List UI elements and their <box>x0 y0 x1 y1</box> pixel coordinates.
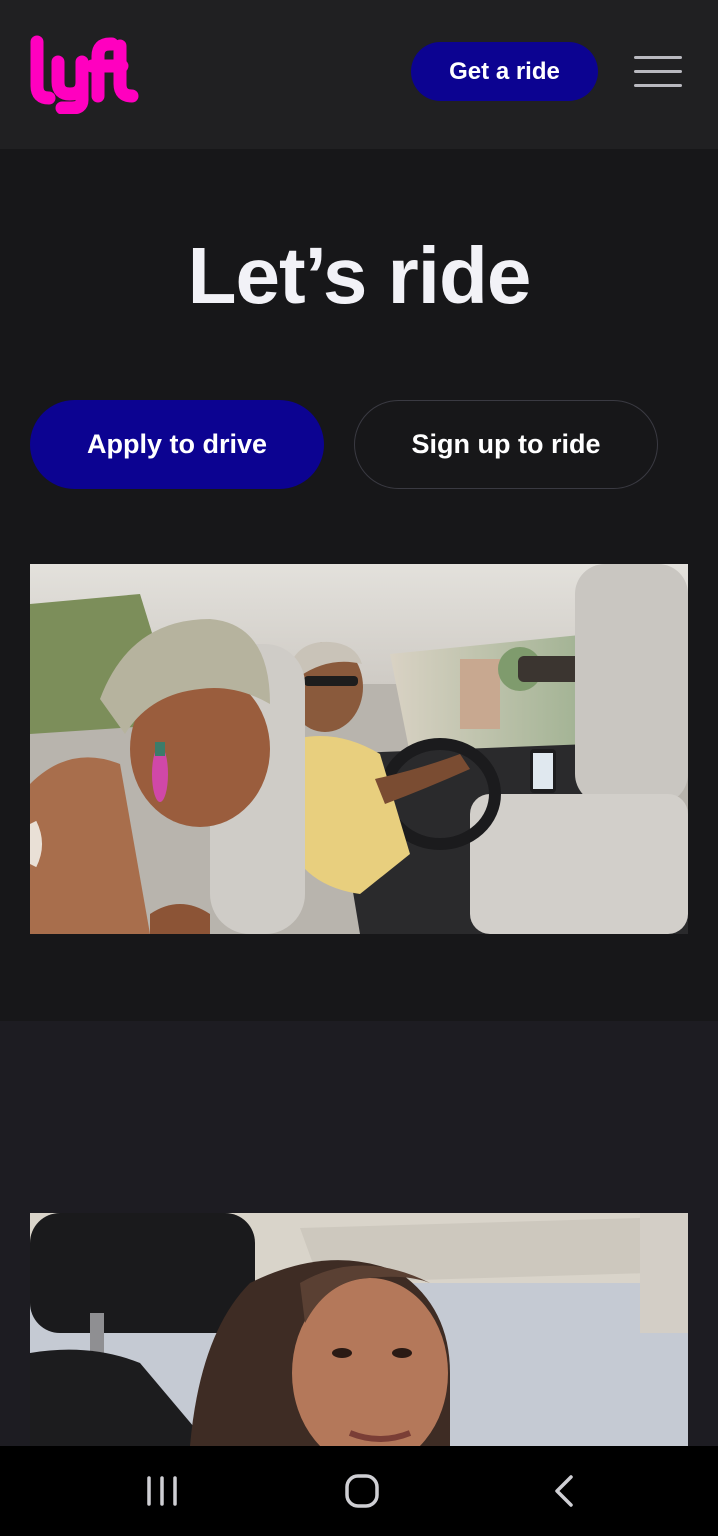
apply-to-drive-button[interactable]: Apply to drive <box>30 400 324 489</box>
page-title: Let’s ride <box>187 231 532 320</box>
recent-apps-icon[interactable] <box>132 1468 192 1514</box>
hamburger-menu-icon[interactable] <box>631 52 685 92</box>
top-header: Get a ride <box>0 0 718 149</box>
hero-section: Let’s ride Apply to drive Sign up to rid… <box>0 149 718 1021</box>
sign-up-to-ride-button[interactable]: Sign up to ride <box>354 400 658 489</box>
back-icon[interactable] <box>534 1468 594 1514</box>
home-icon[interactable] <box>332 1468 392 1514</box>
system-navigation-bar <box>0 1446 718 1536</box>
riders-in-car-photo <box>30 564 688 934</box>
woman-in-car-photo <box>30 1213 688 1446</box>
secondary-section <box>0 1021 718 1446</box>
get-a-ride-button[interactable]: Get a ride <box>411 42 598 101</box>
lyft-logo[interactable] <box>28 34 140 115</box>
